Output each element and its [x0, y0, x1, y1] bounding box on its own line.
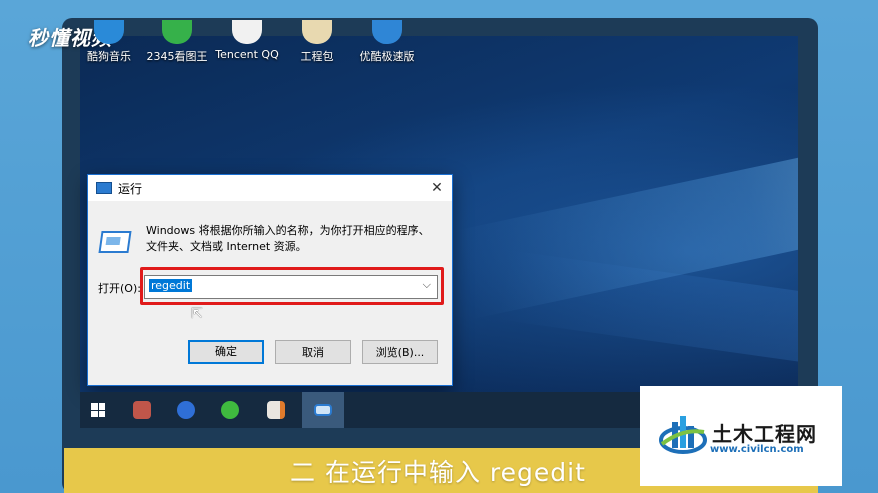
cancel-button[interactable]: 取消	[275, 340, 351, 364]
run-dialog: 运行 ✕ Windows 将根据你所输入的名称，为你打开相应的程序、 文件夹、文…	[87, 174, 453, 386]
taskbar-app-presentation[interactable]	[258, 392, 294, 428]
desktop-icon-2345[interactable]: 2345看图王	[140, 20, 214, 64]
desktop-icon-label: 工程包	[300, 50, 334, 63]
run-program-icon	[98, 231, 132, 253]
watermark-title: 土木工程网	[712, 422, 817, 446]
desktop-icon-label: 酷狗音乐	[87, 50, 131, 63]
browse-button[interactable]: 浏览(B)...	[362, 340, 438, 364]
caption-text: 二 在运行中输入 regedit	[290, 458, 586, 487]
run-icon	[314, 404, 332, 416]
desktop-icon-qq[interactable]: Tencent QQ	[210, 20, 284, 61]
start-button[interactable]	[80, 392, 116, 428]
presentation-icon	[267, 401, 285, 419]
image-viewer-icon	[162, 20, 192, 44]
mouse-cursor-icon: ⇱	[191, 306, 203, 322]
qq-penguin-icon	[232, 20, 262, 44]
wechat-icon	[221, 401, 239, 419]
desktop-icon-kugou[interactable]: 酷狗音乐	[72, 20, 146, 64]
taskbar-app-wps[interactable]	[168, 392, 204, 428]
taskbar-app-avatar[interactable]	[124, 392, 160, 428]
civilcn-logo-icon	[659, 416, 707, 454]
app-avatar-icon	[133, 401, 151, 419]
start-icon	[91, 403, 105, 417]
watermark: 土木工程网 www.civilcn.com	[640, 386, 842, 486]
run-dialog-titlebar[interactable]: 运行 ✕	[88, 175, 452, 201]
description-line-1: Windows 将根据你所输入的名称，为你打开相应的程序、	[146, 224, 430, 237]
desktop-icon-label: 优酷极速版	[359, 50, 415, 63]
ok-button[interactable]: 确定	[188, 340, 264, 364]
desktop-icon-label: Tencent QQ	[215, 48, 279, 61]
description-line-2: 文件夹、文档或 Internet 资源。	[146, 240, 307, 253]
run-dialog-description: Windows 将根据你所输入的名称，为你打开相应的程序、 文件夹、文档或 In…	[146, 223, 446, 255]
wps-icon	[177, 401, 195, 419]
close-button[interactable]: ✕	[428, 179, 446, 197]
desktop-icon-project[interactable]: 工程包	[280, 20, 354, 64]
red-highlight-box	[140, 267, 444, 305]
folder-icon	[302, 20, 332, 44]
youku-exp-icon	[372, 20, 402, 44]
desktop-icon-youku[interactable]: 优酷极速版	[350, 20, 424, 64]
run-dialog-title: 运行	[118, 181, 143, 196]
desktop-icon-label: 2345看图王	[146, 50, 208, 63]
taskbar-app-run[interactable]	[302, 392, 344, 428]
run-icon	[96, 182, 112, 194]
kugou-music-icon	[94, 20, 124, 44]
open-label: 打开(O):	[98, 282, 141, 295]
watermark-url: www.civilcn.com	[710, 444, 804, 455]
taskbar-app-wechat[interactable]	[212, 392, 248, 428]
